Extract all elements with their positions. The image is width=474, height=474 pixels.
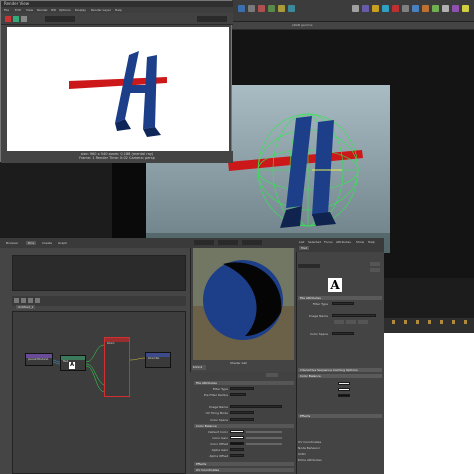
alpha-offset-field[interactable] (230, 454, 244, 457)
ae-menu-list[interactable]: List (299, 240, 304, 244)
timeline-key (440, 320, 443, 324)
color-offset-slider[interactable] (246, 443, 282, 445)
ae-node-name-field[interactable] (298, 264, 320, 268)
prop-label: Color Offset (210, 442, 228, 446)
prop-label: Color Gain (212, 436, 228, 440)
filter-type-dropdown[interactable] (230, 387, 254, 390)
color-manage-dropdown[interactable] (197, 16, 227, 22)
ae-menu-help[interactable]: Help (368, 240, 375, 244)
attribute-editor (296, 238, 384, 474)
env-dropdown[interactable] (242, 240, 262, 245)
node-connections (52, 344, 146, 393)
prop-label: Pre Filter Radius (203, 393, 228, 397)
ae-label: Filter Type (312, 302, 328, 306)
attribute-editor-menu: List Selected Focus Attributes Show Help… (296, 238, 384, 252)
uv-tiling-dropdown[interactable] (230, 411, 254, 414)
prop-label: Image Name (208, 405, 228, 409)
prop-label: Filter Type (212, 387, 228, 391)
blank-panel (384, 333, 474, 474)
default-color-swatch[interactable] (230, 430, 244, 433)
ae-node-tab[interactable]: file1 (299, 246, 310, 250)
prop-label: Alpha Gain (211, 448, 228, 452)
ae-filter-type-dropdown[interactable] (332, 302, 354, 305)
material-viewer-label: Shader ball (230, 361, 247, 365)
ae-section-caching[interactable]: Interactive Sequence Caching Options (298, 368, 382, 372)
prop-label: UV Tiling Mode (205, 411, 228, 415)
timeline-key (404, 320, 407, 324)
blue-letter-object[interactable] (312, 120, 334, 216)
pre-filter-radius-field[interactable] (230, 393, 246, 396)
section-uv-coordinates[interactable]: UV Coordinates (194, 468, 294, 472)
ae-link-extra-attributes[interactable]: Extra Attributes (298, 458, 322, 462)
timeline-key (464, 320, 467, 324)
ae-menu-attributes[interactable]: Attributes (336, 240, 351, 244)
timeline-key (452, 320, 455, 324)
ae-section-file-attributes[interactable]: File Attributes (298, 296, 382, 300)
ae-reload-button[interactable] (334, 320, 344, 324)
ae-focus-button[interactable] (370, 262, 380, 266)
color-gain-swatch[interactable] (230, 436, 244, 439)
ae-link-node-behavior[interactable]: Node Behavior (298, 446, 320, 450)
ae-section-effects[interactable]: Effects (298, 414, 382, 418)
ae-color-gain-swatch[interactable] (338, 388, 350, 391)
ae-default-color-swatch[interactable] (338, 382, 350, 385)
color-gain-slider[interactable] (246, 437, 282, 439)
ae-link-uv-coordinates[interactable]: UV Coordinates (298, 440, 321, 444)
ae-section-color-balance[interactable]: Color Balance (298, 374, 382, 378)
node-name-field[interactable]: blinn1 (192, 365, 206, 370)
color-offset-swatch[interactable] (230, 442, 244, 445)
ae-menu-selected[interactable]: Selected (308, 240, 321, 244)
ae-color-offset-swatch[interactable] (338, 394, 350, 397)
ae-view-button[interactable] (358, 320, 368, 324)
section-color-balance[interactable]: Color Balance (194, 424, 294, 428)
ae-menu-show[interactable]: Show (356, 240, 364, 244)
select-button[interactable] (266, 373, 278, 377)
alpha-gain-field[interactable] (230, 448, 244, 451)
section-file-attributes[interactable]: File Attributes (194, 381, 294, 385)
timeline-key (416, 320, 419, 324)
ae-label: Image Name (308, 314, 328, 318)
default-color-slider[interactable] (246, 431, 282, 433)
prop-label: Color Space (210, 418, 228, 422)
color-space-dropdown[interactable] (230, 418, 254, 421)
prop-label: Alpha Offset (209, 454, 229, 458)
ae-menu-focus[interactable]: Focus (324, 240, 333, 244)
blue-letter-foot (312, 212, 336, 226)
ae-edit-button[interactable] (346, 320, 356, 324)
ae-color-space-dropdown[interactable] (332, 332, 354, 335)
image-name-field[interactable] (230, 405, 282, 408)
material-viewer-toolbar (190, 238, 296, 248)
ae-presets-button[interactable] (370, 268, 380, 272)
prop-label: Default Color (208, 430, 228, 434)
timeline-key (392, 320, 395, 324)
timeline-key (428, 320, 431, 324)
material-preview (193, 248, 294, 360)
renderer-dropdown[interactable] (194, 240, 214, 245)
texture-swatch: A (328, 278, 342, 292)
shape-dropdown[interactable] (218, 240, 238, 245)
ae-link-uuid[interactable]: UUID (298, 452, 306, 456)
section-effects[interactable]: Effects (194, 462, 294, 466)
ae-image-name-field[interactable] (332, 314, 376, 317)
ae-label: Color Space (310, 332, 328, 336)
shader-ball-svg (193, 248, 294, 360)
